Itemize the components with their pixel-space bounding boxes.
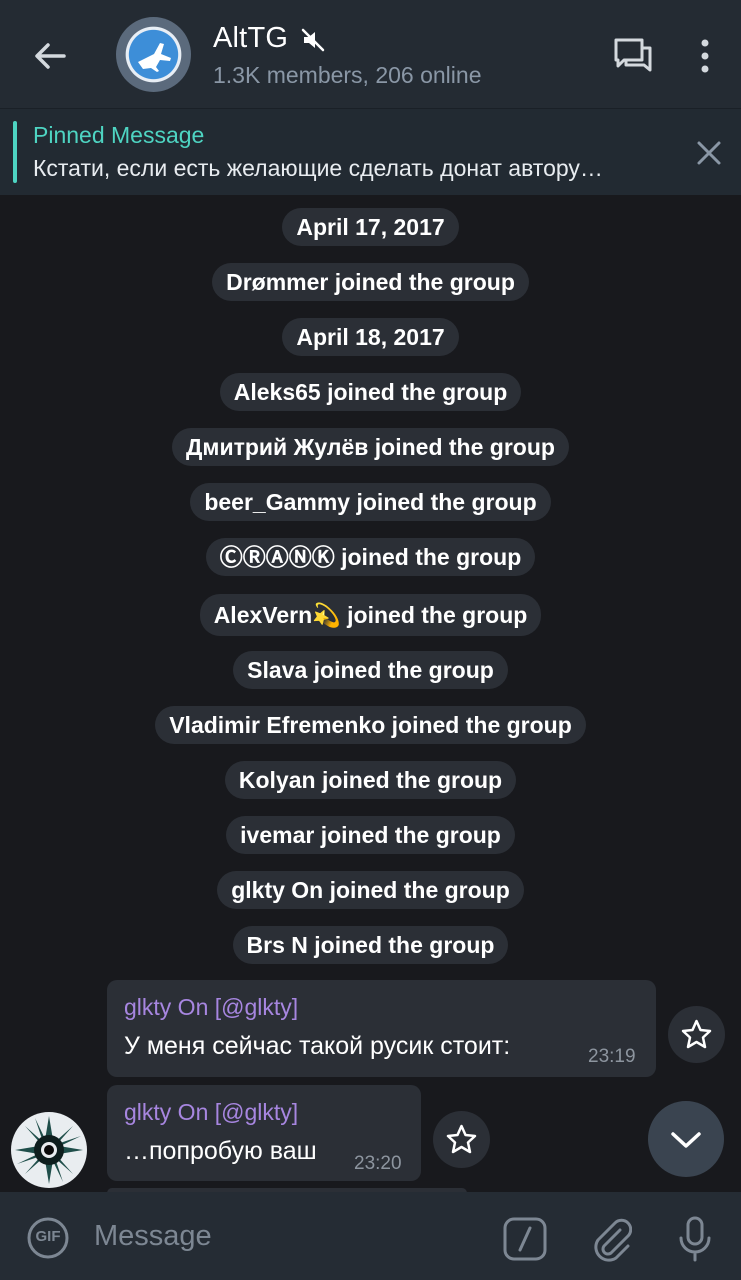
close-pinned-button[interactable] — [692, 136, 726, 170]
pinned-accent-line — [13, 121, 17, 183]
service-message: Slava joined the group — [0, 651, 741, 689]
group-avatar[interactable] — [116, 17, 191, 92]
pinned-text: Кстати, если есть желающие сделать донат… — [33, 155, 603, 181]
service-message: beer_Gammy joined the group — [0, 483, 741, 521]
chat-title[interactable]: AltTG — [213, 22, 288, 55]
message-text: …попробую ваш — [124, 1137, 317, 1165]
more-options-button[interactable] — [690, 36, 720, 76]
message-time: 23:20 — [354, 1153, 402, 1174]
sender-name[interactable]: glkty On [@glkty] — [124, 1099, 298, 1126]
message-input[interactable] — [94, 1212, 474, 1260]
service-message: Kolyan joined the group — [0, 761, 741, 799]
message-text: У меня сейчас такой русик стоит: — [124, 1032, 511, 1060]
service-message: glkty On joined the group — [0, 871, 741, 909]
service-message: Vladimir Efremenko joined the group — [0, 706, 741, 744]
star-icon — [446, 1124, 477, 1154]
composer-bar: GIF — [0, 1192, 741, 1280]
back-button[interactable] — [26, 32, 74, 80]
pinned-title: Pinned Message — [33, 122, 205, 148]
message-bubble[interactable]: glkty On [@glkty] У меня сейчас такой ру… — [107, 980, 656, 1077]
date-separator: April 18, 2017 — [0, 318, 741, 356]
favorite-button[interactable] — [668, 1006, 725, 1063]
attach-button[interactable] — [590, 1214, 633, 1262]
service-message: Brs N joined the group — [0, 926, 741, 964]
close-icon — [697, 141, 721, 165]
chat-bubbles-icon — [614, 38, 652, 72]
arrow-left-icon — [35, 43, 66, 69]
message-time: 23:19 — [588, 1046, 636, 1067]
discussion-button[interactable] — [610, 34, 656, 78]
commands-button[interactable] — [502, 1216, 548, 1262]
chevron-down-icon — [671, 1132, 701, 1148]
slash-command-icon — [503, 1217, 547, 1261]
more-vertical-icon — [701, 39, 709, 73]
gif-label: GIF — [35, 1228, 61, 1245]
paperclip-icon — [594, 1218, 633, 1262]
sender-name[interactable]: glkty On [@glkty] — [124, 994, 298, 1021]
eye-burst-icon — [15, 1116, 83, 1184]
star-icon — [681, 1019, 712, 1049]
service-message: Дмитрий Жулёв joined the group — [0, 428, 741, 466]
service-message: ⒸⓇⒶⓃⓀ joined the group — [0, 538, 741, 576]
service-message: ivemar joined the group — [0, 816, 741, 854]
muted-icon — [300, 27, 326, 53]
favorite-button[interactable] — [433, 1111, 490, 1168]
microphone-icon — [679, 1216, 711, 1262]
jet-icon — [138, 43, 171, 72]
chat-header: AltTG 1.3K members, 206 online — [0, 0, 741, 108]
date-separator: April 17, 2017 — [0, 208, 741, 246]
scroll-down-button[interactable] — [648, 1101, 724, 1177]
gif-button[interactable]: GIF — [26, 1216, 70, 1260]
pinned-message-bar[interactable]: Pinned Message Кстати, если есть желающи… — [0, 108, 741, 195]
service-message: Drømmer joined the group — [0, 263, 741, 301]
voice-record-button[interactable] — [676, 1214, 714, 1264]
members-status: 1.3K members, 206 online — [213, 62, 482, 88]
service-message: AlexVern💫 joined the group — [0, 594, 741, 636]
message-bubble[interactable]: glkty On [@glkty] …попробую ваш 23:20 — [107, 1085, 421, 1181]
service-message: Aleks65 joined the group — [0, 373, 741, 411]
user-avatar[interactable] — [11, 1112, 87, 1188]
